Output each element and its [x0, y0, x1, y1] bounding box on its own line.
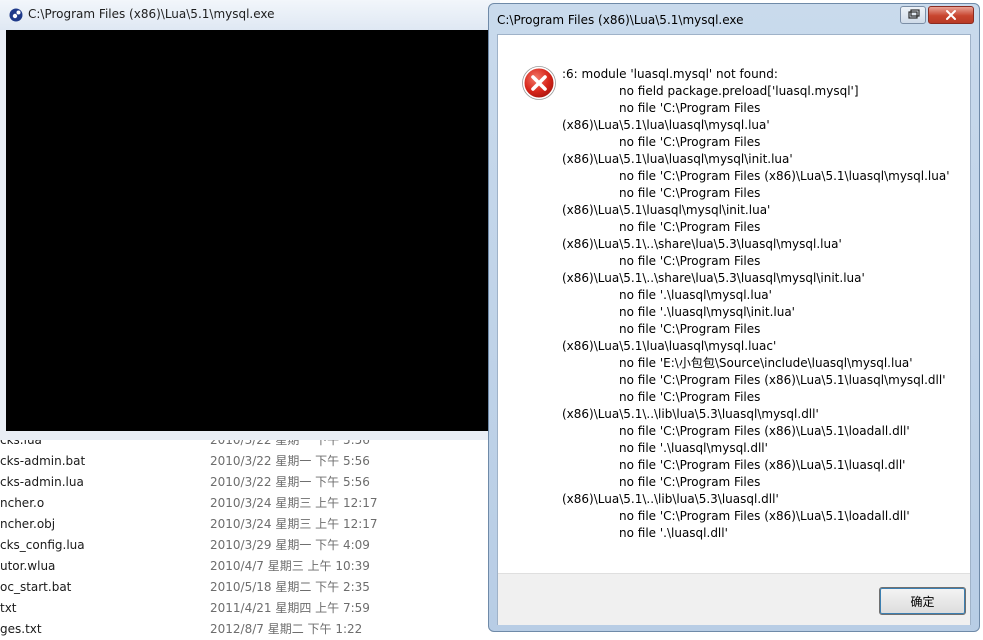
file-modified-date: 2010/5/18 星期二 下午 2:35	[210, 580, 370, 594]
file-name: oc_start.bat	[0, 580, 72, 594]
message-line: no file 'C:\Program Files (x86)\Lua\5.1\…	[619, 169, 950, 183]
message-line: no field package.preload['luasql.mysql']	[619, 84, 859, 98]
console-window[interactable]: C:\Program Files (x86)\Lua\5.1\mysql.exe	[0, 0, 500, 440]
message-line: no file 'C:\Program Files	[619, 390, 761, 404]
message-line: no file '.\luasql\mysql.lua'	[619, 288, 772, 302]
message-line: no file 'C:\Program Files (x86)\Lua\5.1\…	[619, 509, 910, 523]
file-modified-date: 2010/4/7 星期三 上午 10:39	[210, 559, 370, 573]
restore-icon	[908, 9, 920, 19]
file-name: ncher.obj	[0, 517, 56, 531]
message-line: (x86)\Lua\5.1\..\share\lua\5.3\luasql\my…	[562, 271, 865, 285]
file-row[interactable]: cks-admin.lua 2010/3/22 星期一 下午 5:56	[0, 472, 500, 493]
error-message: :6: module 'luasql.mysql' not found: no f…	[562, 66, 962, 542]
message-line: no file 'C:\Program Files (x86)\Lua\5.1\…	[619, 458, 906, 472]
file-row[interactable]: cks_config.lua 2010/3/29 星期一 下午 4:09	[0, 535, 500, 556]
message-line: no file 'C:\Program Files	[619, 186, 761, 200]
file-modified-date: 2010/3/24 星期三 上午 12:17	[210, 517, 378, 531]
file-modified-date: 2010/3/22 星期一 下午 5:56	[210, 475, 370, 489]
close-button[interactable]	[928, 6, 974, 24]
file-row[interactable]: oc_start.bat 2010/5/18 星期二 下午 2:35	[0, 577, 500, 598]
file-name: cks_config.lua	[0, 538, 85, 552]
message-line: :6: module 'luasql.mysql' not found:	[562, 67, 778, 81]
file-modified-date: 2011/4/21 星期四 上午 7:59	[210, 601, 370, 615]
file-modified-date: 2010/3/29 星期一 下午 4:09	[210, 538, 370, 552]
dialog-client-area: :6: module 'luasql.mysql' not found: no f…	[497, 34, 971, 625]
file-name: ncher.o	[0, 496, 45, 510]
message-line: (x86)\Lua\5.1\..\lib\lua\5.3\luasql.dll'	[562, 492, 779, 506]
message-line: (x86)\Lua\5.1\..\lib\lua\5.3\luasql\mysq…	[562, 407, 819, 421]
message-line: (x86)\Lua\5.1\lua\luasql\mysql\init.lua'	[562, 152, 793, 166]
file-row[interactable]: ges.txt 2012/8/7 星期二 下午 1:22	[0, 619, 500, 640]
console-titlebar[interactable]: C:\Program Files (x86)\Lua\5.1\mysql.exe	[0, 0, 500, 30]
console-output-area[interactable]	[6, 30, 500, 431]
file-modified-date: 2012/8/7 星期二 下午 1:22	[210, 622, 363, 636]
dialog-content: :6: module 'luasql.mysql' not found: no f…	[498, 35, 970, 573]
close-icon	[946, 10, 956, 20]
message-line: (x86)\Lua\5.1\lua\luasql\mysql.luac'	[562, 339, 777, 353]
error-icon	[522, 66, 556, 100]
lua-icon	[9, 8, 23, 22]
file-row[interactable]: ncher.obj 2010/3/24 星期三 上午 12:17	[0, 514, 500, 535]
file-name: txt	[0, 601, 17, 615]
message-line: no file 'C:\Program Files	[619, 475, 761, 489]
file-row[interactable]: txt 2011/4/21 星期四 上午 7:59	[0, 598, 500, 619]
message-line: no file 'E:\小包包\Source\include\luasql\my…	[619, 356, 913, 370]
message-line: no file 'C:\Program Files (x86)\Lua\5.1\…	[619, 424, 910, 438]
file-modified-date: 2010/3/24 星期三 上午 12:17	[210, 496, 378, 510]
restore-button[interactable]	[900, 6, 926, 24]
dialog-title: C:\Program Files (x86)\Lua\5.1\mysql.exe	[497, 13, 744, 27]
message-line: (x86)\Lua\5.1\lua\luasql\mysql.lua'	[562, 118, 770, 132]
dialog-button-bar: 确定	[498, 573, 970, 625]
file-row[interactable]: utor.wlua 2010/4/7 星期三 上午 10:39	[0, 556, 500, 577]
message-line: no file '.\luasql\mysql\init.lua'	[619, 305, 795, 319]
file-name: utor.wlua	[0, 559, 56, 573]
message-line: no file '.\luasql.dll'	[619, 526, 728, 540]
message-line: no file 'C:\Program Files	[619, 135, 761, 149]
message-line: no file 'C:\Program Files	[619, 220, 761, 234]
message-line: (x86)\Lua\5.1\..\share\lua\5.3\luasql\my…	[562, 237, 842, 251]
file-modified-date: 2010/3/22 星期一 下午 5:56	[210, 454, 370, 468]
message-line: (x86)\Lua\5.1\luasql\mysql\init.lua'	[562, 203, 771, 217]
file-row[interactable]: ncher.o 2010/3/24 星期三 上午 12:17	[0, 493, 500, 514]
file-row[interactable]: cks-admin.bat 2010/3/22 星期一 下午 5:56	[0, 451, 500, 472]
message-line: no file '.\luasql\mysql.dll'	[619, 441, 768, 455]
ok-button[interactable]: 确定	[879, 587, 966, 615]
message-line: no file 'C:\Program Files	[619, 322, 761, 336]
console-title: C:\Program Files (x86)\Lua\5.1\mysql.exe	[28, 7, 275, 21]
file-name: ges.txt	[0, 622, 42, 636]
error-dialog[interactable]: C:\Program Files (x86)\Lua\5.1\mysql.exe	[488, 3, 980, 632]
explorer-file-list: cks.lua 2010/3/22 星期一 下午 5:56 cks-admin.ba…	[0, 432, 500, 636]
file-name: cks-admin.bat	[0, 454, 86, 468]
file-name: cks-admin.lua	[0, 475, 84, 489]
message-line: no file 'C:\Program Files	[619, 254, 761, 268]
message-line: no file 'C:\Program Files (x86)\Lua\5.1\…	[619, 373, 946, 387]
message-line: no file 'C:\Program Files	[619, 101, 761, 115]
